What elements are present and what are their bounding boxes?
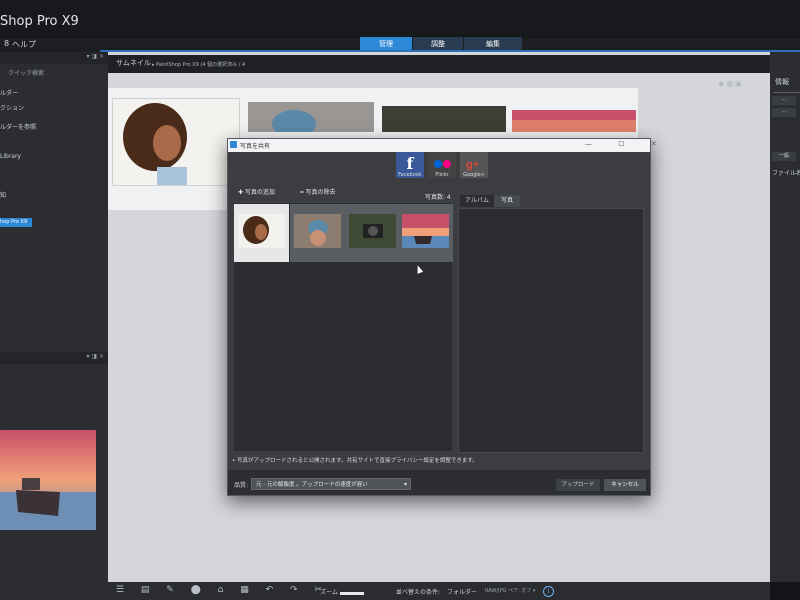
info-icon[interactable]: i bbox=[543, 586, 554, 597]
sort-label: 並べ替えの条件: bbox=[396, 589, 441, 596]
tab-photo[interactable]: 写真 bbox=[494, 195, 520, 207]
svg-text:g+: g+ bbox=[466, 159, 479, 171]
google-plus-label[interactable]: Google+ bbox=[457, 172, 491, 178]
title-bar bbox=[0, 0, 800, 36]
thumbnail-portrait-woman[interactable] bbox=[112, 98, 240, 186]
quality-select[interactable]: 元 - 元の解像度 。アップロードの速度が遅い bbox=[251, 478, 411, 491]
app-logo-icon bbox=[230, 141, 237, 148]
navigation-panel bbox=[0, 52, 108, 352]
photo-tile[interactable] bbox=[290, 204, 345, 262]
cancel-button[interactable]: キャンセル bbox=[604, 479, 646, 491]
quick-search-input[interactable]: クイック検索 bbox=[8, 68, 44, 77]
sort-select[interactable]: フォルダー bbox=[447, 587, 477, 596]
zoom-slider[interactable] bbox=[340, 592, 364, 595]
thumbnail-label: サムネイル bbox=[116, 59, 151, 67]
facebook-label[interactable]: Facebook bbox=[393, 172, 427, 178]
flickr-label[interactable]: Flickr bbox=[425, 172, 459, 178]
nav-item-selected[interactable]: hop Pro X9 bbox=[0, 218, 32, 227]
thumbnail-sunset[interactable] bbox=[512, 110, 636, 132]
album-pane bbox=[458, 208, 644, 453]
nav-item-library[interactable]: Library bbox=[0, 153, 21, 160]
remove-photo-button[interactable]: ━ 写真の除去 bbox=[300, 187, 336, 196]
raw-jpg-pair-toggle[interactable]: RAW/JPG ペア: オフ ▾ bbox=[485, 587, 535, 594]
dialog-title: 写真を共有 bbox=[240, 143, 271, 150]
file-name-label: ファイル名 bbox=[772, 170, 800, 177]
menu-item-file[interactable]: 8 bbox=[4, 39, 9, 48]
tab-album[interactable]: アルバム bbox=[460, 195, 494, 207]
preview-image bbox=[0, 430, 96, 530]
thumbnail-camera[interactable] bbox=[382, 106, 506, 132]
info-panel bbox=[770, 52, 800, 582]
photo-tile[interactable] bbox=[345, 204, 400, 262]
info-divider bbox=[773, 92, 800, 93]
tab-manage[interactable]: 管理 bbox=[360, 37, 412, 51]
info-option-button[interactable]: ⋯ bbox=[772, 108, 796, 117]
photo-count: 写真数: 4 bbox=[425, 194, 451, 201]
preview-panel-header: ▾ ◨ × bbox=[0, 352, 108, 364]
tab-edit[interactable]: 編集 bbox=[464, 37, 522, 51]
upload-button[interactable]: アップロード bbox=[556, 479, 600, 491]
photo-tile[interactable] bbox=[398, 204, 453, 262]
thumbnail-boy-hat[interactable] bbox=[248, 102, 374, 132]
breadcrumb[interactable]: ▸ PaintShop Pro X9 (4 個の選択済み / 4 bbox=[152, 61, 245, 68]
photo-camera-couple bbox=[349, 214, 396, 248]
app-title: Shop Pro X9 bbox=[0, 14, 79, 29]
info-panel-title: 情報 bbox=[775, 78, 789, 86]
photo-sunset-boat bbox=[402, 214, 449, 248]
toolbar-icons[interactable]: ☰ ▤ ✎ ⬤ ⌂ ▦ ↶ ↷ ✂ bbox=[116, 585, 329, 595]
tab-adjust[interactable]: 調整 bbox=[413, 37, 463, 51]
navigation-panel-header: ▾ ◨ × bbox=[0, 52, 108, 64]
nav-item-browse-folder[interactable]: ルダーを参照 bbox=[0, 122, 36, 131]
photo-boy-hat bbox=[294, 214, 341, 248]
nav-item-other[interactable]: 知 bbox=[0, 190, 6, 199]
window-controls[interactable]: — ☐ ✕ bbox=[585, 140, 669, 148]
panel-controls-icon[interactable]: ▾ ◨ × bbox=[86, 353, 104, 360]
zoom-label: ズーム bbox=[320, 589, 338, 596]
menu-item-help[interactable]: ヘルプ bbox=[12, 39, 36, 50]
panel-controls-icon[interactable]: ▾ ◨ × bbox=[86, 53, 104, 60]
photo-portrait-woman bbox=[238, 214, 285, 248]
nav-item-collections[interactable]: クション bbox=[0, 103, 24, 112]
quality-label: 品質: bbox=[234, 482, 249, 489]
view-mode-icons[interactable]: ◉ ▦ ▣ bbox=[718, 80, 742, 88]
upload-privacy-note: • 写真がアップロードされると公開されます。共有サイトで直接プライバシー設定を調… bbox=[232, 458, 478, 464]
nav-item-folders[interactable]: ルダー bbox=[0, 88, 18, 97]
info-option-button[interactable]: ⋯ bbox=[772, 96, 796, 105]
photo-tile[interactable] bbox=[234, 204, 289, 262]
add-photo-button[interactable]: ✚ 写真の追加 bbox=[238, 187, 275, 196]
general-tab-button[interactable]: 一般 bbox=[772, 152, 796, 161]
